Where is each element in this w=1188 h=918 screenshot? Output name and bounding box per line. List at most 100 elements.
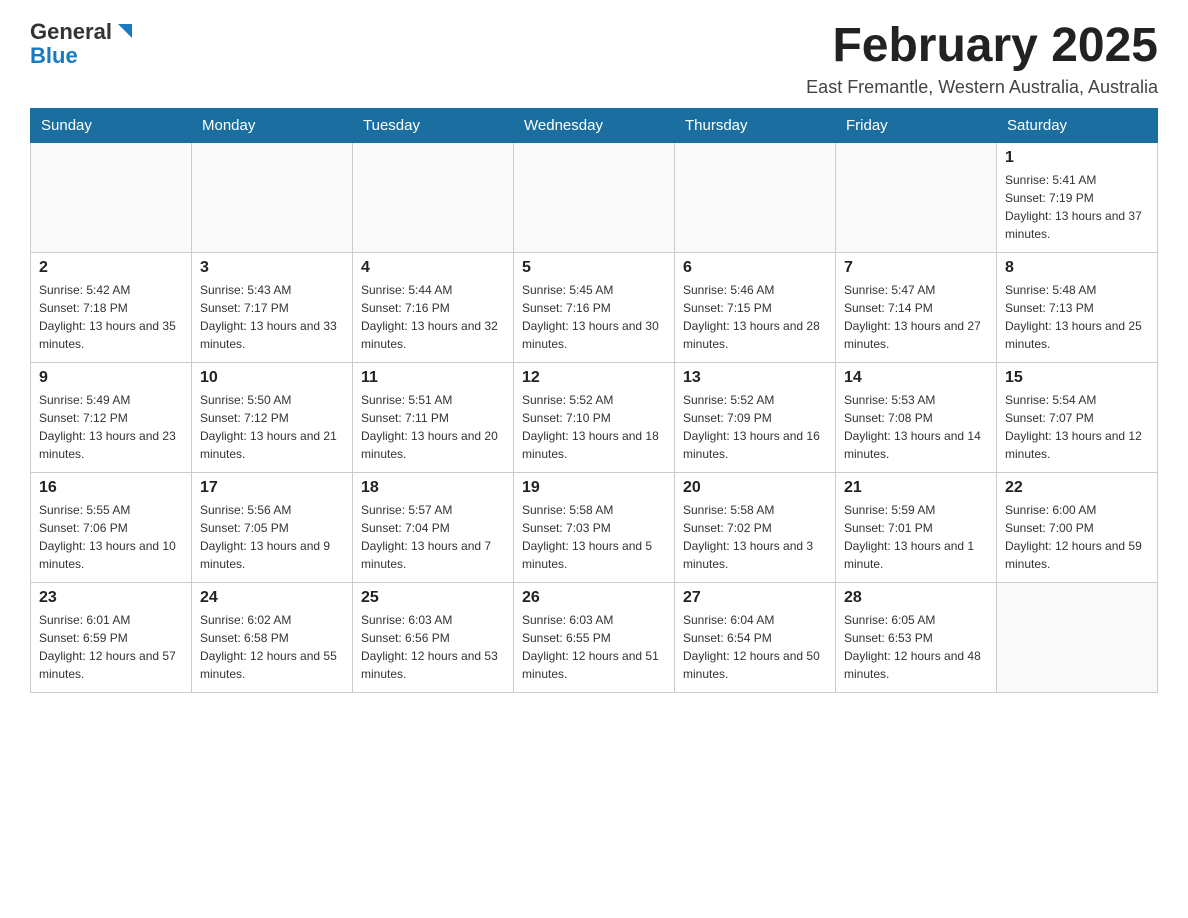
col-friday: Friday bbox=[836, 108, 997, 142]
calendar-cell: 25 Sunrise: 6:03 AMSunset: 6:56 PMDayligh… bbox=[353, 582, 514, 692]
col-tuesday: Tuesday bbox=[353, 108, 514, 142]
day-info: Sunrise: 6:02 AMSunset: 6:58 PMDaylight:… bbox=[200, 611, 344, 683]
day-number: 5 bbox=[522, 259, 666, 277]
col-thursday: Thursday bbox=[675, 108, 836, 142]
calendar-table: Sunday Monday Tuesday Wednesday Thursday… bbox=[30, 108, 1158, 693]
calendar-cell: 3Sunrise: 5:43 AMSunset: 7:17 PMDaylight… bbox=[192, 252, 353, 362]
page-header: General Blue February 2025 East Fremantl… bbox=[30, 20, 1158, 98]
calendar-cell: 10 Sunrise: 5:50 AMSunset: 7:12 PMDayligh… bbox=[192, 362, 353, 472]
day-number: 25 bbox=[361, 589, 505, 607]
calendar-cell: 14 Sunrise: 5:53 AMSunset: 7:08 PMDayligh… bbox=[836, 362, 997, 472]
calendar-week-row: 1 Sunrise: 5:41 AMSunset: 7:19 PMDaylight… bbox=[31, 142, 1158, 252]
calendar-cell: 15 Sunrise: 5:54 AMSunset: 7:07 PMDayligh… bbox=[997, 362, 1158, 472]
day-number: 26 bbox=[522, 589, 666, 607]
calendar-week-row: 23 Sunrise: 6:01 AMSunset: 6:59 PMDayligh… bbox=[31, 582, 1158, 692]
day-number: 18 bbox=[361, 479, 505, 497]
calendar-cell: 27 Sunrise: 6:04 AMSunset: 6:54 PMDayligh… bbox=[675, 582, 836, 692]
day-number: 22 bbox=[1005, 479, 1149, 497]
day-number: 11 bbox=[361, 369, 505, 387]
day-number: 24 bbox=[200, 589, 344, 607]
day-number: 2 bbox=[39, 259, 183, 277]
logo-text-blue: Blue bbox=[30, 43, 78, 68]
day-info: Sunrise: 5:58 AMSunset: 7:03 PMDaylight:… bbox=[522, 501, 666, 573]
calendar-cell: 2 Sunrise: 5:42 AMSunset: 7:18 PMDaylight… bbox=[31, 252, 192, 362]
logo: General Blue bbox=[30, 20, 136, 68]
day-info: Sunrise: 5:49 AMSunset: 7:12 PMDaylight:… bbox=[39, 391, 183, 463]
day-info: Sunrise: 5:50 AMSunset: 7:12 PMDaylight:… bbox=[200, 391, 344, 463]
day-info: Sunrise: 6:04 AMSunset: 6:54 PMDaylight:… bbox=[683, 611, 827, 683]
day-info: Sunrise: 5:48 AMSunset: 7:13 PMDaylight:… bbox=[1005, 281, 1149, 353]
month-title: February 2025 bbox=[806, 20, 1158, 73]
day-info: Sunrise: 5:55 AMSunset: 7:06 PMDaylight:… bbox=[39, 501, 183, 573]
calendar-cell: 6Sunrise: 5:46 AMSunset: 7:15 PMDaylight… bbox=[675, 252, 836, 362]
calendar-cell: 13 Sunrise: 5:52 AMSunset: 7:09 PMDayligh… bbox=[675, 362, 836, 472]
calendar-cell: 16 Sunrise: 5:55 AMSunset: 7:06 PMDayligh… bbox=[31, 472, 192, 582]
day-info: Sunrise: 5:47 AMSunset: 7:14 PMDaylight:… bbox=[844, 281, 988, 353]
day-number: 12 bbox=[522, 369, 666, 387]
day-number: 21 bbox=[844, 479, 988, 497]
day-number: 19 bbox=[522, 479, 666, 497]
day-info: Sunrise: 5:44 AMSunset: 7:16 PMDaylight:… bbox=[361, 281, 505, 353]
day-number: 17 bbox=[200, 479, 344, 497]
title-block: February 2025 East Fremantle, Western Au… bbox=[806, 20, 1158, 98]
day-info: Sunrise: 5:52 AMSunset: 7:09 PMDaylight:… bbox=[683, 391, 827, 463]
day-info: Sunrise: 5:54 AMSunset: 7:07 PMDaylight:… bbox=[1005, 391, 1149, 463]
day-info: Sunrise: 5:59 AMSunset: 7:01 PMDaylight:… bbox=[844, 501, 988, 573]
calendar-cell bbox=[675, 142, 836, 252]
calendar-cell: 4 Sunrise: 5:44 AMSunset: 7:16 PMDaylight… bbox=[353, 252, 514, 362]
day-info: Sunrise: 6:03 AMSunset: 6:56 PMDaylight:… bbox=[361, 611, 505, 683]
calendar-cell bbox=[997, 582, 1158, 692]
calendar-cell: 26 Sunrise: 6:03 AMSunset: 6:55 PMDayligh… bbox=[514, 582, 675, 692]
calendar-cell: 23 Sunrise: 6:01 AMSunset: 6:59 PMDayligh… bbox=[31, 582, 192, 692]
day-number: 7 bbox=[844, 259, 988, 277]
logo-text-general: General bbox=[30, 20, 112, 44]
day-number: 20 bbox=[683, 479, 827, 497]
day-info: Sunrise: 5:56 AMSunset: 7:05 PMDaylight:… bbox=[200, 501, 344, 573]
day-number: 14 bbox=[844, 369, 988, 387]
calendar-cell: 9Sunrise: 5:49 AMSunset: 7:12 PMDaylight… bbox=[31, 362, 192, 472]
day-info: Sunrise: 5:41 AMSunset: 7:19 PMDaylight:… bbox=[1005, 171, 1149, 243]
day-number: 27 bbox=[683, 589, 827, 607]
calendar-cell: 24 Sunrise: 6:02 AMSunset: 6:58 PMDayligh… bbox=[192, 582, 353, 692]
calendar-cell: 18 Sunrise: 5:57 AMSunset: 7:04 PMDayligh… bbox=[353, 472, 514, 582]
calendar-cell bbox=[353, 142, 514, 252]
calendar-header-row: Sunday Monday Tuesday Wednesday Thursday… bbox=[31, 108, 1158, 142]
day-info: Sunrise: 5:51 AMSunset: 7:11 PMDaylight:… bbox=[361, 391, 505, 463]
calendar-cell: 7 Sunrise: 5:47 AMSunset: 7:14 PMDaylight… bbox=[836, 252, 997, 362]
calendar-cell bbox=[514, 142, 675, 252]
day-info: Sunrise: 5:53 AMSunset: 7:08 PMDaylight:… bbox=[844, 391, 988, 463]
calendar-cell bbox=[31, 142, 192, 252]
calendar-cell: 8 Sunrise: 5:48 AMSunset: 7:13 PMDaylight… bbox=[997, 252, 1158, 362]
day-number: 10 bbox=[200, 369, 344, 387]
day-number: 16 bbox=[39, 479, 183, 497]
day-number: 13 bbox=[683, 369, 827, 387]
day-info: Sunrise: 6:00 AMSunset: 7:00 PMDaylight:… bbox=[1005, 501, 1149, 573]
day-info: Sunrise: 6:01 AMSunset: 6:59 PMDaylight:… bbox=[39, 611, 183, 683]
day-number: 28 bbox=[844, 589, 988, 607]
day-number: 4 bbox=[361, 259, 505, 277]
location-subtitle: East Fremantle, Western Australia, Austr… bbox=[806, 77, 1158, 98]
calendar-cell: 5 Sunrise: 5:45 AMSunset: 7:16 PMDaylight… bbox=[514, 252, 675, 362]
day-info: Sunrise: 5:57 AMSunset: 7:04 PMDaylight:… bbox=[361, 501, 505, 573]
day-number: 23 bbox=[39, 589, 183, 607]
day-number: 8 bbox=[1005, 259, 1149, 277]
day-number: 3 bbox=[200, 259, 344, 277]
calendar-week-row: 9Sunrise: 5:49 AMSunset: 7:12 PMDaylight… bbox=[31, 362, 1158, 472]
calendar-cell: 1 Sunrise: 5:41 AMSunset: 7:19 PMDaylight… bbox=[997, 142, 1158, 252]
day-number: 1 bbox=[1005, 149, 1149, 167]
calendar-cell: 17 Sunrise: 5:56 AMSunset: 7:05 PMDayligh… bbox=[192, 472, 353, 582]
day-number: 15 bbox=[1005, 369, 1149, 387]
calendar-cell: 11 Sunrise: 5:51 AMSunset: 7:11 PMDayligh… bbox=[353, 362, 514, 472]
day-info: Sunrise: 5:52 AMSunset: 7:10 PMDaylight:… bbox=[522, 391, 666, 463]
day-info: Sunrise: 5:42 AMSunset: 7:18 PMDaylight:… bbox=[39, 281, 183, 353]
day-info: Sunrise: 5:45 AMSunset: 7:16 PMDaylight:… bbox=[522, 281, 666, 353]
day-info: Sunrise: 5:46 AMSunset: 7:15 PMDaylight:… bbox=[683, 281, 827, 353]
calendar-cell: 21 Sunrise: 5:59 AMSunset: 7:01 PMDayligh… bbox=[836, 472, 997, 582]
col-wednesday: Wednesday bbox=[514, 108, 675, 142]
calendar-week-row: 16 Sunrise: 5:55 AMSunset: 7:06 PMDayligh… bbox=[31, 472, 1158, 582]
calendar-cell: 28 Sunrise: 6:05 AMSunset: 6:53 PMDayligh… bbox=[836, 582, 997, 692]
day-info: Sunrise: 6:05 AMSunset: 6:53 PMDaylight:… bbox=[844, 611, 988, 683]
calendar-cell bbox=[192, 142, 353, 252]
col-monday: Monday bbox=[192, 108, 353, 142]
day-info: Sunrise: 6:03 AMSunset: 6:55 PMDaylight:… bbox=[522, 611, 666, 683]
